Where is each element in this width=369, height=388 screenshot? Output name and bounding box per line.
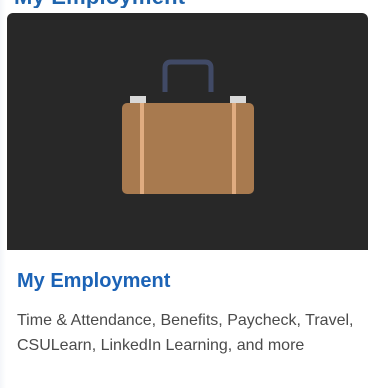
- tile-description: Time & Attendance, Benefits, Paycheck, T…: [17, 312, 354, 354]
- section-heading: My Employment: [14, 0, 185, 8]
- my-employment-tile[interactable]: My Employment Time & Attendance, Benefit…: [0, 8, 369, 388]
- tile-hero-image[interactable]: [7, 13, 368, 250]
- briefcase-icon: [122, 59, 254, 194]
- page: My Employment My Employment Time & Atten…: [0, 0, 369, 388]
- section-heading-strip: My Employment: [0, 0, 369, 8]
- briefcase-stripe-right: [232, 103, 236, 194]
- tile-title[interactable]: My Employment: [17, 270, 170, 293]
- tile-body[interactable]: My Employment Time & Attendance, Benefit…: [7, 250, 368, 388]
- briefcase-handle: [162, 59, 214, 92]
- briefcase-stripe-left: [140, 103, 144, 194]
